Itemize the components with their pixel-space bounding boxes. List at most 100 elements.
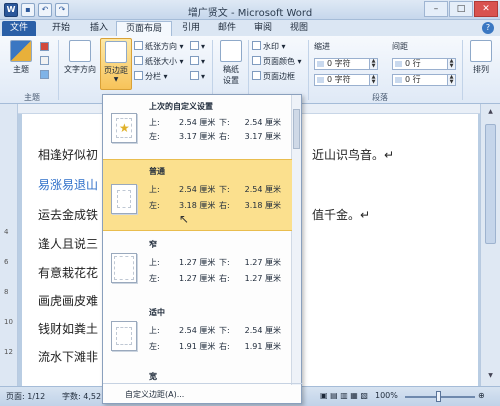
word-app-icon[interactable]: W xyxy=(4,3,18,17)
title-bar: W ▪ ↶ ↷ 增广贤文 - Microsoft Word – □ ✕ xyxy=(0,0,500,20)
theme-fonts-icon[interactable] xyxy=(40,56,51,66)
page-border-icon xyxy=(252,71,261,80)
tab-review[interactable]: 审阅 xyxy=(248,21,278,36)
arrange-icon xyxy=(470,40,492,62)
group-label-theme: 主题 xyxy=(24,93,40,102)
dropdown-divider xyxy=(103,383,303,384)
zoom-level[interactable]: 100% xyxy=(375,391,398,400)
paper-size-icon xyxy=(134,56,143,65)
margin-preset-moderate[interactable]: 适中 上: 2.54 厘米 下: 2.54 厘米 左: 1.91 厘米 右: 1.91 厘米 xyxy=(103,303,292,367)
watermark-icon xyxy=(252,41,261,50)
doc-line-end[interactable]: 值千金。↵ xyxy=(312,206,370,223)
tab-page-layout[interactable]: 页面布局 xyxy=(116,21,172,36)
quick-access-toolbar: W ▪ ↶ ↷ xyxy=(4,3,69,17)
spin-arrows-icon[interactable]: ▲ ▼ xyxy=(369,75,377,85)
margin-preview-icon: ★ xyxy=(111,113,137,143)
page-color-button[interactable]: 页面颜色 ▾ xyxy=(252,56,302,67)
group-label-paragraph: 段落 xyxy=(372,93,388,102)
close-icon[interactable]: ✕ xyxy=(474,1,498,17)
themes-button[interactable]: 主题 xyxy=(6,40,36,75)
doc-line[interactable]: 易涨易退山 xyxy=(38,176,98,193)
doc-line[interactable]: 逢人且说三 xyxy=(38,235,98,252)
doc-line[interactable]: 运去金成铁 xyxy=(38,206,98,223)
vertical-scrollbar[interactable]: ▲ ▼ xyxy=(480,104,500,386)
tab-references[interactable]: 引用 xyxy=(176,21,206,36)
ribbon-tabs: 文件 开始 插入 页面布局 引用 邮件 审阅 视图 ? xyxy=(0,20,500,36)
indent-left-stepper[interactable]: 0 字符 ▲ ▼ xyxy=(314,58,378,70)
line-numbers-icon[interactable]: ▾ xyxy=(190,56,205,66)
breaks-icon[interactable]: ▾ xyxy=(190,41,205,51)
custom-margins-button[interactable]: 自定义边距(A)... xyxy=(125,389,184,400)
manuscript-icon xyxy=(220,40,242,62)
ribbon-separator xyxy=(58,40,59,100)
zoom-slider-handle[interactable] xyxy=(436,391,441,402)
watermark-button[interactable]: 水印 ▾ xyxy=(252,41,286,52)
tab-file[interactable]: 文件 xyxy=(2,21,36,36)
dropdown-scroll-thumb[interactable] xyxy=(293,109,300,149)
scrollbar-thumb[interactable] xyxy=(485,124,496,244)
doc-line[interactable]: 流水下滩非 xyxy=(38,348,98,365)
mouse-cursor-icon: ↖ xyxy=(179,212,190,226)
spin-arrows-icon[interactable]: ▲ ▼ xyxy=(447,75,455,85)
arrange-button[interactable]: 排列 xyxy=(466,40,496,75)
margins-button[interactable]: 页边距 ▼ xyxy=(100,38,132,90)
ribbon-separator xyxy=(248,40,249,100)
view-print-layout-icon[interactable]: ▣ ▤ ▥ ▦ ▧ xyxy=(320,391,368,400)
vertical-ruler[interactable]: 4 6 8 10 12 xyxy=(0,104,18,386)
undo-icon[interactable]: ↶ xyxy=(38,3,52,17)
columns-icon xyxy=(134,71,143,80)
tab-insert[interactable]: 插入 xyxy=(84,21,114,36)
page-count[interactable]: 页面: 1/12 xyxy=(6,391,45,402)
orientation-icon xyxy=(134,41,143,50)
doc-line[interactable]: 画虎画皮难 xyxy=(38,292,98,309)
text-direction-button[interactable]: 文字方向 xyxy=(62,40,98,75)
theme-colors-icon[interactable] xyxy=(40,42,51,52)
indent-label: 缩进 xyxy=(314,42,330,51)
scroll-down-icon[interactable]: ▼ xyxy=(485,372,496,382)
manuscript-settings-button[interactable]: 稿纸 设置 xyxy=(216,40,246,86)
tab-mailings[interactable]: 邮件 xyxy=(212,21,242,36)
ribbon-separator xyxy=(462,40,463,100)
help-icon[interactable]: ? xyxy=(482,22,494,34)
zoom-in-icon[interactable]: ⊕ xyxy=(478,391,485,400)
tab-home[interactable]: 开始 xyxy=(46,21,76,36)
doc-line[interactable]: 相逢好似初 xyxy=(38,146,98,163)
columns-button[interactable]: 分栏 ▾ xyxy=(134,71,168,82)
page-color-icon xyxy=(252,56,261,65)
spacing-label: 间距 xyxy=(392,42,408,51)
chevron-down-icon: ▼ xyxy=(113,76,119,83)
maximize-icon[interactable]: □ xyxy=(449,1,473,17)
themes-icon xyxy=(10,40,32,62)
spacing-after-stepper[interactable]: 0 行 ▲ ▼ xyxy=(392,74,456,86)
margin-preset-last-custom[interactable]: 上次的自定义设置 ★ 上: 2.54 厘米 下: 2.54 厘米 左: 3.17 厘米右… xyxy=(103,97,292,157)
minimize-icon[interactable]: – xyxy=(424,1,448,17)
word-count[interactable]: 字数: 4,52 xyxy=(62,391,101,402)
page-border-button[interactable]: 页面边框 xyxy=(252,71,295,82)
save-icon[interactable]: ▪ xyxy=(21,3,35,17)
star-icon: ★ xyxy=(119,121,130,135)
tab-view[interactable]: 视图 xyxy=(284,21,314,36)
spin-arrows-icon[interactable]: ▲ ▼ xyxy=(447,59,455,69)
margins-icon xyxy=(105,41,127,63)
doc-line-end[interactable]: 近山识鸟音。↵ xyxy=(312,146,394,163)
orientation-button[interactable]: 纸张方向 ▾ xyxy=(134,41,184,52)
size-button[interactable]: 纸张大小 ▾ xyxy=(134,56,184,67)
window-controls: – □ ✕ xyxy=(424,1,498,17)
theme-effects-icon[interactable] xyxy=(40,70,51,80)
indent-right-stepper[interactable]: 0 字符 ▲ ▼ xyxy=(314,74,378,86)
margin-preset-normal[interactable]: 普通 上: 2.54 厘米 下: 2.54 厘米 左: 3.18 厘米 右: 3.18 厘米… xyxy=(103,159,292,231)
doc-line[interactable]: 钱财如粪土 xyxy=(38,320,98,337)
scroll-up-icon[interactable]: ▲ xyxy=(485,108,496,118)
margin-preview-icon xyxy=(111,184,137,214)
doc-line[interactable]: 有意栽花花 xyxy=(38,264,98,281)
margin-preset-wide[interactable]: 宽 xyxy=(103,367,292,383)
dropdown-scrollbar[interactable] xyxy=(291,95,301,385)
spin-arrows-icon[interactable]: ▲ ▼ xyxy=(369,59,377,69)
margin-preset-narrow[interactable]: 窄 上: 1.27 厘米 下: 1.27 厘米 左: 1.27 厘米 右: 1.27 厘米 xyxy=(103,235,292,301)
redo-icon[interactable]: ↷ xyxy=(55,3,69,17)
hyphenation-icon[interactable]: ▾ xyxy=(190,71,205,81)
margin-preview-icon xyxy=(111,321,137,351)
spacing-before-stepper[interactable]: 0 行 ▲ ▼ xyxy=(392,58,456,70)
margins-dropdown: 上次的自定义设置 ★ 上: 2.54 厘米 下: 2.54 厘米 左: 3.17 厘米右… xyxy=(102,94,303,404)
text-direction-icon xyxy=(69,40,91,62)
